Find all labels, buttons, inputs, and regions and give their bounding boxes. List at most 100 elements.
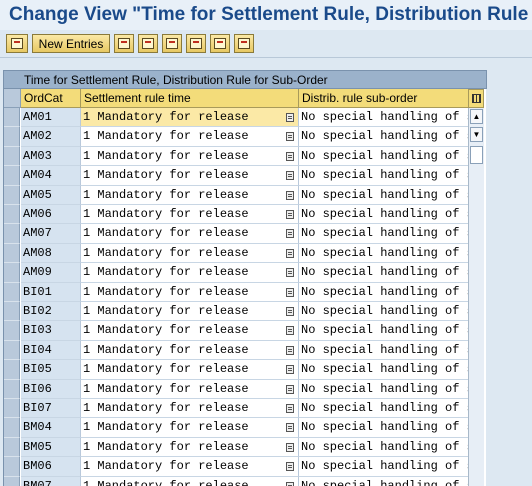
dropdown-list-icon[interactable] <box>286 287 294 297</box>
dropdown-list-icon[interactable] <box>286 481 294 486</box>
cell-distrib-rule-sub-order[interactable]: No special handling of s <box>299 476 471 486</box>
column-header-distrib-rule-sub-order[interactable]: Distrib. rule sub-order <box>299 89 471 108</box>
dropdown-list-icon[interactable] <box>286 345 294 355</box>
cell-settlement-rule-time[interactable]: 1 Mandatory for release <box>81 302 299 322</box>
cell-distrib-rule-sub-order[interactable]: No special handling of s <box>299 302 471 322</box>
cell-distrib-rule-sub-order[interactable]: No special handling of s <box>299 437 471 458</box>
cell-settlement-rule-time[interactable]: 1 Mandatory for release <box>81 166 299 186</box>
dropdown-list-icon[interactable] <box>286 210 294 219</box>
cell-distrib-rule-sub-order[interactable]: No special handling of s <box>299 185 471 205</box>
cell-distrib-rule-sub-order[interactable]: No special handling of s <box>299 360 471 380</box>
copy-icon[interactable] <box>114 34 134 53</box>
table-settings-icon[interactable] <box>468 89 484 108</box>
dropdown-list-icon[interactable] <box>286 462 294 472</box>
cell-settlement-rule-time[interactable]: 1 Mandatory for release <box>81 418 299 438</box>
row-selector[interactable] <box>4 476 20 486</box>
cell-distrib-rule-sub-order[interactable]: No special handling of s <box>299 108 471 128</box>
cell-distrib-rule-sub-order[interactable]: No special handling of s <box>299 418 471 438</box>
dropdown-list-icon[interactable] <box>286 423 294 433</box>
row-selector[interactable] <box>4 282 20 302</box>
row-selector[interactable] <box>4 224 20 244</box>
row-selector[interactable] <box>4 360 20 380</box>
new-entries-button[interactable]: New Entries <box>32 34 110 53</box>
dropdown-list-icon[interactable] <box>286 132 294 142</box>
row-selector[interactable] <box>4 263 20 283</box>
cell-settlement-rule-time[interactable]: 1 Mandatory for release <box>81 263 299 283</box>
cell-settlement-rule-time-value: 1 Mandatory for release <box>83 362 249 377</box>
cell-settlement-rule-time[interactable]: 1 Mandatory for release <box>81 108 299 128</box>
row-selector[interactable] <box>4 340 20 361</box>
cell-settlement-rule-time[interactable]: 1 Mandatory for release <box>81 360 299 380</box>
select-block-icon[interactable] <box>210 34 230 53</box>
cell-settlement-rule-time[interactable]: 1 Mandatory for release <box>81 243 299 264</box>
dropdown-list-icon[interactable] <box>286 171 294 181</box>
cell-distrib-rule-sub-order[interactable]: No special handling of s <box>299 224 471 244</box>
cell-distrib-rule-sub-order[interactable]: No special handling of s <box>299 457 471 477</box>
scroll-thumb[interactable] <box>470 146 483 164</box>
delete-icon[interactable] <box>138 34 158 53</box>
vertical-scrollbar[interactable]: ▲ ▼ <box>468 89 484 486</box>
row-selector[interactable] <box>4 108 20 128</box>
cell-settlement-rule-time[interactable]: 1 Mandatory for release <box>81 224 299 244</box>
row-selector[interactable] <box>4 302 20 322</box>
cell-settlement-rule-time[interactable]: 1 Mandatory for release <box>81 399 299 419</box>
deselect-all-icon[interactable] <box>234 34 254 53</box>
dropdown-list-icon[interactable] <box>286 404 294 413</box>
cell-settlement-rule-time-value: 1 Mandatory for release <box>83 478 249 486</box>
cell-settlement-rule-time[interactable]: 1 Mandatory for release <box>81 127 299 147</box>
cell-settlement-rule-time[interactable]: 1 Mandatory for release <box>81 457 299 477</box>
row-selector[interactable] <box>4 166 20 186</box>
cell-distrib-rule-sub-order[interactable]: No special handling of s <box>299 379 471 399</box>
row-selector[interactable] <box>4 127 20 147</box>
dropdown-list-icon[interactable] <box>286 268 294 278</box>
cell-distrib-rule-sub-order[interactable]: No special handling of s <box>299 399 471 419</box>
scroll-down-icon[interactable]: ▼ <box>470 127 483 142</box>
cell-settlement-rule-time[interactable]: 1 Mandatory for release <box>81 476 299 486</box>
row-selector[interactable] <box>4 399 20 419</box>
cell-distrib-rule-sub-order[interactable]: No special handling of s <box>299 340 471 361</box>
cell-settlement-rule-time[interactable]: 1 Mandatory for release <box>81 205 299 225</box>
dropdown-list-icon[interactable] <box>286 326 294 336</box>
dropdown-list-icon[interactable] <box>286 190 294 200</box>
undo-icon[interactable] <box>162 34 182 53</box>
cell-settlement-rule-time[interactable]: 1 Mandatory for release <box>81 282 299 302</box>
dropdown-list-icon[interactable] <box>286 248 294 258</box>
cell-distrib-rule-sub-order[interactable]: No special handling of s <box>299 282 471 302</box>
cell-settlement-rule-time-value: 1 Mandatory for release <box>83 323 249 338</box>
row-selector[interactable] <box>4 205 20 225</box>
select-all-rows-button[interactable] <box>4 89 21 108</box>
dropdown-list-icon[interactable] <box>286 113 294 122</box>
dropdown-list-icon[interactable] <box>286 307 294 316</box>
cell-distrib-rule-sub-order[interactable]: No special handling of s <box>299 243 471 264</box>
cell-settlement-rule-time[interactable]: 1 Mandatory for release <box>81 340 299 361</box>
cell-distrib-rule-sub-order[interactable]: No special handling of s <box>299 263 471 283</box>
row-selector[interactable] <box>4 418 20 438</box>
dropdown-list-icon[interactable] <box>286 365 294 375</box>
dropdown-list-icon[interactable] <box>286 384 294 394</box>
select-all-icon[interactable] <box>186 34 206 53</box>
cell-distrib-rule-sub-order[interactable]: No special handling of s <box>299 146 471 167</box>
cell-distrib-rule-sub-order[interactable]: No special handling of s <box>299 321 471 341</box>
dropdown-list-icon[interactable] <box>286 151 294 161</box>
dropdown-list-icon[interactable] <box>286 442 294 452</box>
column-header-ordcat[interactable]: OrdCat <box>21 89 81 108</box>
glasses-change-icon[interactable] <box>6 34 28 53</box>
row-selector[interactable] <box>4 379 20 399</box>
cell-settlement-rule-time[interactable]: 1 Mandatory for release <box>81 379 299 399</box>
cell-settlement-rule-time[interactable]: 1 Mandatory for release <box>81 146 299 167</box>
row-selector[interactable] <box>4 437 20 458</box>
row-selector[interactable] <box>4 243 20 264</box>
cell-distrib-rule-sub-order[interactable]: No special handling of s <box>299 166 471 186</box>
scroll-up-icon[interactable]: ▲ <box>470 109 483 124</box>
column-header-settlement-rule-time[interactable]: Settlement rule time <box>81 89 299 108</box>
cell-distrib-rule-sub-order[interactable]: No special handling of s <box>299 127 471 147</box>
row-selector[interactable] <box>4 146 20 167</box>
row-selector[interactable] <box>4 321 20 341</box>
cell-settlement-rule-time[interactable]: 1 Mandatory for release <box>81 437 299 458</box>
cell-distrib-rule-sub-order[interactable]: No special handling of s <box>299 205 471 225</box>
row-selector[interactable] <box>4 457 20 477</box>
row-selector[interactable] <box>4 185 20 205</box>
dropdown-list-icon[interactable] <box>286 229 294 239</box>
cell-settlement-rule-time[interactable]: 1 Mandatory for release <box>81 185 299 205</box>
cell-settlement-rule-time[interactable]: 1 Mandatory for release <box>81 321 299 341</box>
